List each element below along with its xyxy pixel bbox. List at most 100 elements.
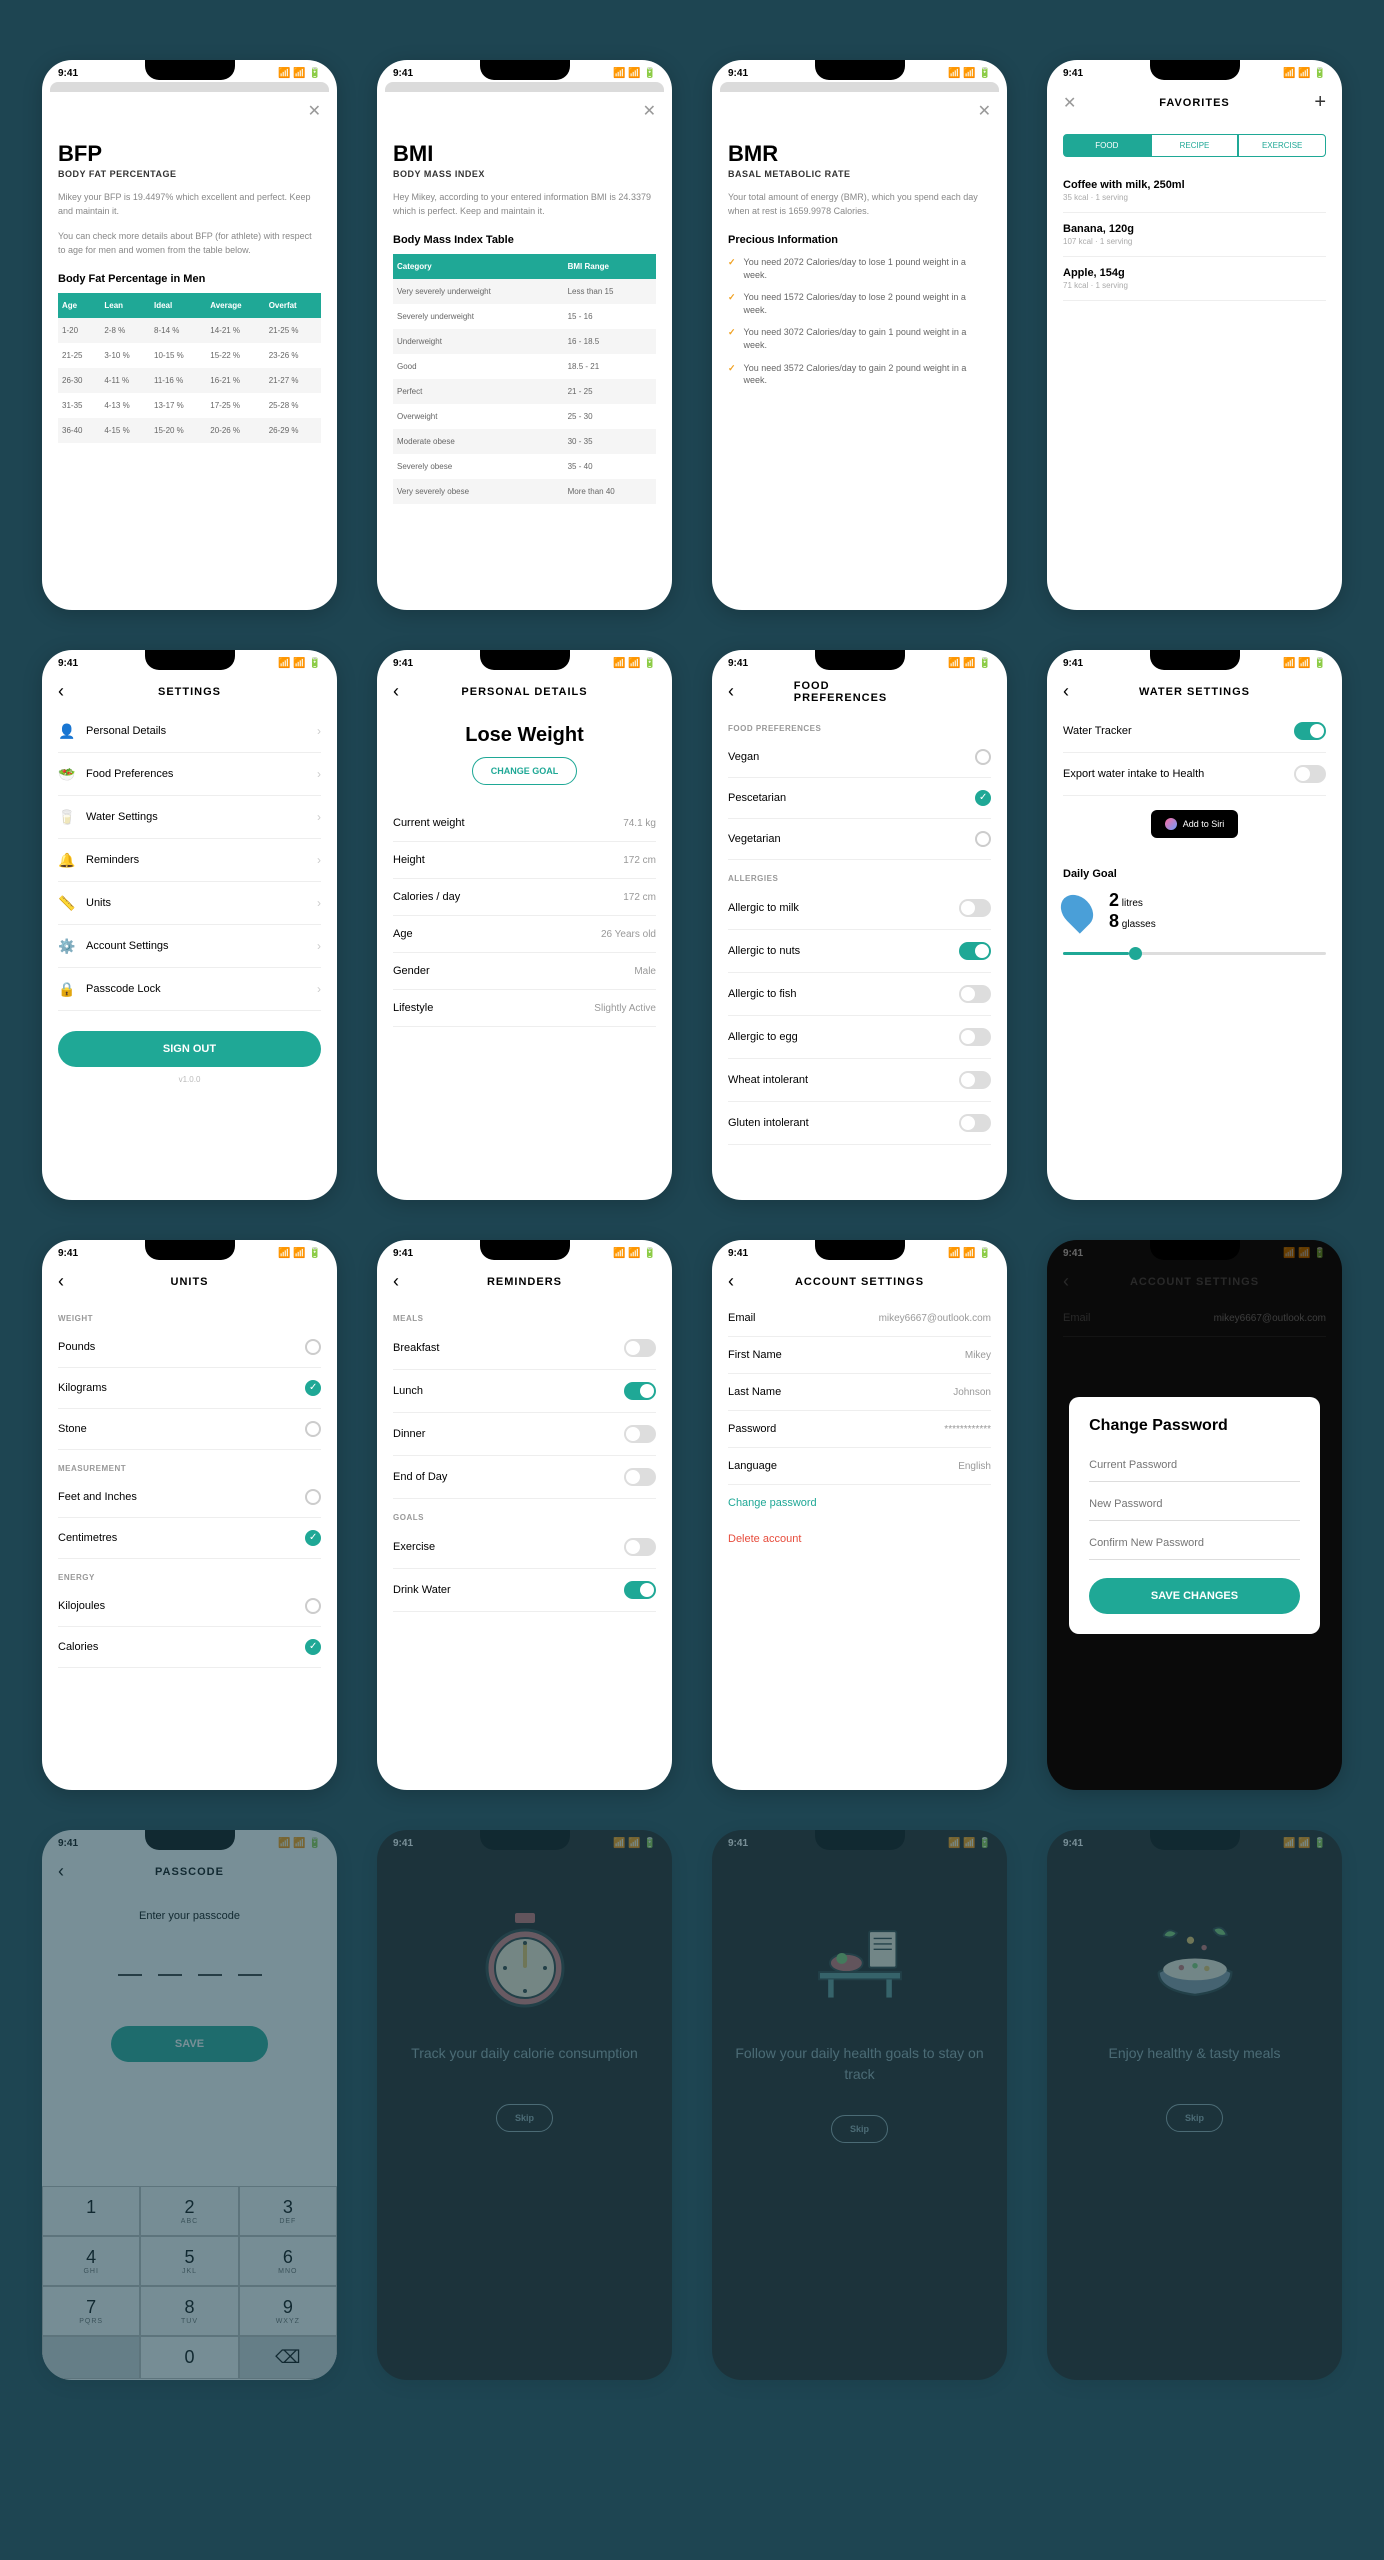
toggle[interactable] [959,942,991,960]
reminder-row[interactable]: End of Day [393,1456,656,1499]
account-row[interactable]: Emailmikey6667@outlook.com [728,1300,991,1337]
change-goal-button[interactable]: CHANGE GOAL [472,757,578,785]
settings-row-passcode[interactable]: 🔒Passcode Lock› [58,968,321,1011]
reminder-row[interactable]: Dinner [393,1413,656,1456]
account-row[interactable]: LanguageEnglish [728,1448,991,1485]
toggle[interactable] [624,1538,656,1556]
back-icon[interactable]: ‹ [58,681,64,702]
account-row[interactable]: First NameMikey [728,1337,991,1374]
skip-button[interactable]: Skip [496,2104,553,2132]
settings-row-water[interactable]: 🥛Water Settings› [58,796,321,839]
toggle[interactable] [624,1425,656,1443]
key-4[interactable]: 4GHI [42,2236,140,2286]
reminder-row[interactable]: Breakfast [393,1327,656,1370]
pref-row[interactable]: Vegan [728,737,991,778]
key-6[interactable]: 6MNO [239,2236,337,2286]
settings-row-personal[interactable]: 👤Personal Details› [58,710,321,753]
add-icon[interactable]: + [1314,91,1326,114]
key-1[interactable]: 1 [42,2186,140,2236]
allergy-row[interactable]: Allergic to milk [728,887,991,930]
delete-account-link[interactable]: Delete account [728,1521,991,1557]
unit-row[interactable]: Stone [58,1409,321,1450]
toggle[interactable] [959,1114,991,1132]
water-tracker-row[interactable]: Water Tracker [1063,710,1326,753]
allergy-row[interactable]: Wheat intolerant [728,1059,991,1102]
change-password-link[interactable]: Change password [728,1485,991,1521]
tab-food[interactable]: FOOD [1063,134,1151,157]
toggle[interactable] [1294,765,1326,783]
radio[interactable] [975,831,991,847]
radio[interactable] [305,1339,321,1355]
settings-row-units[interactable]: 📏Units› [58,882,321,925]
back-icon[interactable]: ‹ [728,681,734,702]
settings-row-food[interactable]: 🥗Food Preferences› [58,753,321,796]
detail-row[interactable]: Age26 Years old [393,916,656,953]
key-5[interactable]: 5JKL [140,2236,238,2286]
unit-row[interactable]: Kilojoules [58,1586,321,1627]
save-button[interactable]: SAVE [111,2026,269,2062]
pref-row[interactable]: Vegetarian [728,819,991,860]
settings-row-account[interactable]: ⚙️Account Settings› [58,925,321,968]
toggle[interactable] [959,1028,991,1046]
unit-row[interactable]: Kilograms [58,1368,321,1409]
radio[interactable] [305,1530,321,1546]
back-icon[interactable]: ‹ [393,681,399,702]
key-delete[interactable]: ⌫ [239,2336,337,2379]
detail-row[interactable]: GenderMale [393,953,656,990]
close-icon[interactable]: ✕ [643,101,656,121]
key-2[interactable]: 2ABC [140,2186,238,2236]
close-icon[interactable]: ✕ [1063,93,1076,113]
skip-button[interactable]: Skip [1166,2104,1223,2132]
tab-exercise[interactable]: EXERCISE [1238,134,1326,157]
account-row[interactable]: Last NameJohnson [728,1374,991,1411]
pref-row[interactable]: Pescetarian [728,778,991,819]
favorite-item[interactable]: Banana, 120g107 kcal · 1 serving [1063,213,1326,257]
favorite-item[interactable]: Apple, 154g71 kcal · 1 serving [1063,257,1326,301]
unit-row[interactable]: Feet and Inches [58,1477,321,1518]
modal-overlay[interactable]: Change Password SAVE CHANGES [1047,1240,1342,1790]
key-7[interactable]: 7PQRS [42,2286,140,2336]
radio[interactable] [305,1489,321,1505]
new-password-input[interactable] [1089,1488,1300,1521]
unit-row[interactable]: Calories [58,1627,321,1668]
radio[interactable] [305,1380,321,1396]
allergy-row[interactable]: Allergic to fish [728,973,991,1016]
allergy-row[interactable]: Gluten intolerant [728,1102,991,1145]
tab-recipe[interactable]: RECIPE [1151,134,1239,157]
reminder-row[interactable]: Lunch [393,1370,656,1413]
close-icon[interactable]: ✕ [978,101,991,121]
back-icon[interactable]: ‹ [58,1271,64,1292]
current-password-input[interactable] [1089,1449,1300,1482]
back-icon[interactable]: ‹ [393,1271,399,1292]
back-icon[interactable]: ‹ [728,1271,734,1292]
confirm-password-input[interactable] [1089,1527,1300,1560]
toggle[interactable] [624,1581,656,1599]
detail-row[interactable]: Calories / day172 cm [393,879,656,916]
water-slider[interactable] [1063,952,1326,955]
detail-row[interactable]: LifestyleSlightly Active [393,990,656,1027]
toggle[interactable] [624,1382,656,1400]
key-0[interactable]: 0 [140,2336,238,2379]
allergy-row[interactable]: Allergic to egg [728,1016,991,1059]
key-8[interactable]: 8TUV [140,2286,238,2336]
key-9[interactable]: 9WXYZ [239,2286,337,2336]
radio[interactable] [305,1421,321,1437]
unit-row[interactable]: Pounds [58,1327,321,1368]
radio[interactable] [975,749,991,765]
toggle[interactable] [624,1339,656,1357]
back-icon[interactable]: ‹ [1063,681,1069,702]
add-to-siri-button[interactable]: Add to Siri [1151,810,1239,838]
skip-button[interactable]: Skip [831,2115,888,2143]
radio[interactable] [975,790,991,806]
toggle[interactable] [1294,722,1326,740]
toggle[interactable] [624,1468,656,1486]
export-health-row[interactable]: Export water intake to Health [1063,753,1326,796]
allergy-row[interactable]: Allergic to nuts [728,930,991,973]
key-3[interactable]: 3DEF [239,2186,337,2236]
reminder-row[interactable]: Drink Water [393,1569,656,1612]
settings-row-reminders[interactable]: 🔔Reminders› [58,839,321,882]
favorite-item[interactable]: Coffee with milk, 250ml35 kcal · 1 servi… [1063,169,1326,213]
unit-row[interactable]: Centimetres [58,1518,321,1559]
save-changes-button[interactable]: SAVE CHANGES [1089,1578,1300,1614]
detail-row[interactable]: Height172 cm [393,842,656,879]
